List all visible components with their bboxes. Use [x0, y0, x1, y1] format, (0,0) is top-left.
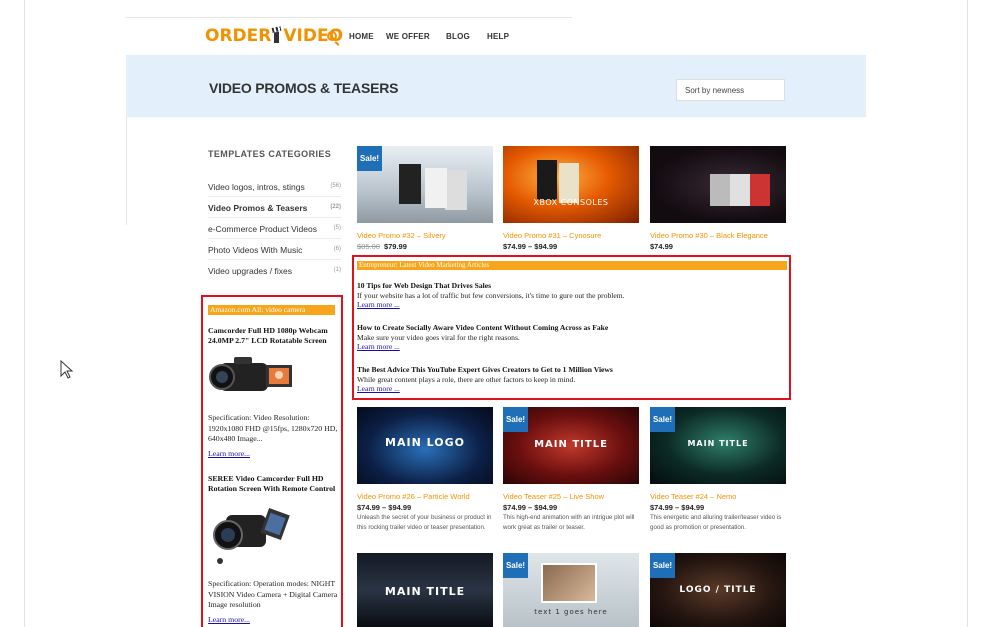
amazon-item-spec: Specification: Video Resolution: 1920x10…: [208, 413, 338, 443]
article-description: If your website has a lot of traffic but…: [357, 291, 625, 300]
amazon-item-title: SEREE Video Camcorder Full HD Rotation S…: [208, 474, 336, 493]
article-title: The Best Advice This YouTube Expert Give…: [357, 365, 613, 374]
product-price: $74.99: [650, 242, 673, 251]
product-thumbnail[interactable]: XBOX CONSOLES: [503, 146, 639, 223]
category-count: (6): [333, 246, 341, 252]
product-price: $85.00 $79.99: [357, 242, 407, 251]
category-count: (5): [333, 225, 341, 231]
old-price: $85.00: [357, 242, 380, 251]
current-price: $79.99: [383, 242, 407, 251]
mouse-cursor-icon: [60, 360, 74, 379]
divider: [208, 217, 341, 218]
category-count: (22): [330, 204, 341, 210]
product-thumbnail[interactable]: MAIN TITLE: [357, 553, 493, 627]
product-thumbnail[interactable]: Sale!: [357, 146, 493, 223]
header-divider: [126, 17, 572, 18]
product-description: This high-end animation with an intrigue…: [503, 514, 635, 531]
category-video-promos[interactable]: Video Promos & Teasers (22): [208, 203, 341, 213]
product-name[interactable]: Video Promo #26 – Particle World: [357, 492, 470, 501]
category-label: e-Commerce Product Videos: [208, 224, 317, 234]
logo-text-order: ORDER: [205, 26, 272, 46]
divider: [208, 259, 341, 260]
article-description: Make sure your video goes viral for the …: [357, 333, 520, 342]
amazon-learn-more-link[interactable]: Learn more...: [208, 449, 250, 458]
thumbnail-caption: XBOX CONSOLES: [533, 198, 609, 207]
article-learn-more-link[interactable]: Learn more ...: [357, 384, 400, 393]
amazon-widget-heading: Amazon.com All: video camera: [208, 305, 335, 315]
sale-badge: Sale!: [650, 407, 675, 432]
amazon-item-spec: Specification: Operation modes: NIGHT VI…: [208, 579, 338, 609]
article-learn-more-link[interactable]: Learn more ...: [357, 300, 400, 309]
category-video-upgrades[interactable]: Video upgrades / fixes (1): [208, 266, 341, 276]
category-video-logos[interactable]: Video logos, intros, stings (56): [208, 182, 341, 192]
page-title: VIDEO PROMOS & TEASERS: [209, 80, 399, 96]
thumbnail-caption: MAIN TITLE: [687, 439, 749, 448]
sale-badge: Sale!: [503, 407, 528, 432]
product-thumbnail[interactable]: LOGO / TITLE Sale!: [650, 553, 786, 627]
product-description: Unleash the secret of your business or p…: [357, 514, 492, 531]
product-price: $74.99 – $94.99: [503, 503, 558, 512]
thumbnail-caption: text 1 goes here: [534, 608, 608, 616]
divider: [208, 238, 341, 239]
category-count: (1): [333, 267, 341, 273]
console-graphic: [399, 164, 421, 204]
search-icon[interactable]: [327, 31, 337, 41]
divider: [208, 196, 341, 197]
product-description: This energetic and alluring trailer/teas…: [650, 514, 782, 531]
product-name[interactable]: Video Promo #30 – Black Elegance: [650, 231, 768, 240]
sale-badge: Sale!: [357, 146, 382, 171]
product-name[interactable]: Video Teaser #24 – Nemo: [650, 492, 736, 501]
amazon-item-title: Camcorder Full HD 1080p Webcam 24.0MP 2.…: [208, 326, 328, 345]
category-label: Video Promos & Teasers: [208, 203, 308, 213]
category-label: Video upgrades / fixes: [208, 266, 292, 276]
product-thumbnail[interactable]: [650, 146, 786, 223]
article-title: 10 Tips for Web Design That Drives Sales: [357, 281, 492, 290]
nav-help[interactable]: HELP: [487, 32, 509, 41]
category-ecommerce[interactable]: e-Commerce Product Videos (5): [208, 224, 341, 234]
thumbnail-caption: MAIN LOGO: [385, 436, 465, 449]
clapperboard-icon: [272, 27, 282, 43]
console-graphic: [537, 160, 557, 200]
product-price: $74.99 – $94.99: [650, 503, 705, 512]
product-name[interactable]: Video Teaser #25 – Live Show: [503, 492, 604, 501]
amazon-learn-more-link[interactable]: Learn more...: [208, 615, 250, 624]
article-title: How to Create Socially Aware Video Conte…: [357, 323, 609, 332]
camcorder-image[interactable]: [208, 353, 296, 403]
nav-blog[interactable]: BLOG: [446, 32, 470, 41]
article-description: While great content plays a role, there …: [357, 375, 576, 384]
nav-home[interactable]: HOME: [349, 32, 374, 41]
sort-select[interactable]: Sort by newness: [676, 79, 785, 101]
product-price: $74.99 – $94.99: [503, 242, 558, 251]
entrepreneur-widget-heading: Entrepreneur: Latest Video Marketing Art…: [357, 261, 787, 270]
category-label: Video logos, intros, stings: [208, 182, 305, 192]
sale-badge: Sale!: [503, 553, 528, 578]
product-thumbnail[interactable]: MAIN TITLE Sale!: [503, 407, 639, 484]
left-divider: [126, 117, 127, 225]
product-price: $74.99 – $94.99: [357, 503, 412, 512]
console-graphic: [710, 174, 730, 206]
product-name[interactable]: Video Promo #32 – Silvery: [357, 231, 446, 240]
categories-heading: TEMPLATES CATEGORIES: [208, 149, 332, 159]
thumbnail-caption: LOGO / TITLE: [679, 585, 757, 595]
sale-badge: Sale!: [650, 553, 675, 578]
camcorder-image[interactable]: [208, 505, 296, 567]
product-thumbnail[interactable]: MAIN LOGO: [357, 407, 493, 484]
photo-graphic: [541, 563, 597, 603]
category-label: Photo Videos With Music: [208, 245, 303, 255]
category-photo-videos[interactable]: Photo Videos With Music (6): [208, 245, 341, 255]
site-logo[interactable]: ORDER VIDEO: [205, 26, 343, 46]
thumbnail-caption: MAIN TITLE: [384, 585, 466, 598]
nav-we-offer[interactable]: WE OFFER: [386, 32, 430, 41]
product-thumbnail[interactable]: MAIN TITLE Sale!: [650, 407, 786, 484]
article-learn-more-link[interactable]: Learn more ...: [357, 342, 400, 351]
category-count: (56): [330, 183, 341, 189]
thumbnail-caption: MAIN TITLE: [534, 439, 608, 450]
product-name[interactable]: Video Promo #31 – Cynosure: [503, 231, 601, 240]
product-thumbnail[interactable]: text 1 goes here Sale!: [503, 553, 639, 627]
